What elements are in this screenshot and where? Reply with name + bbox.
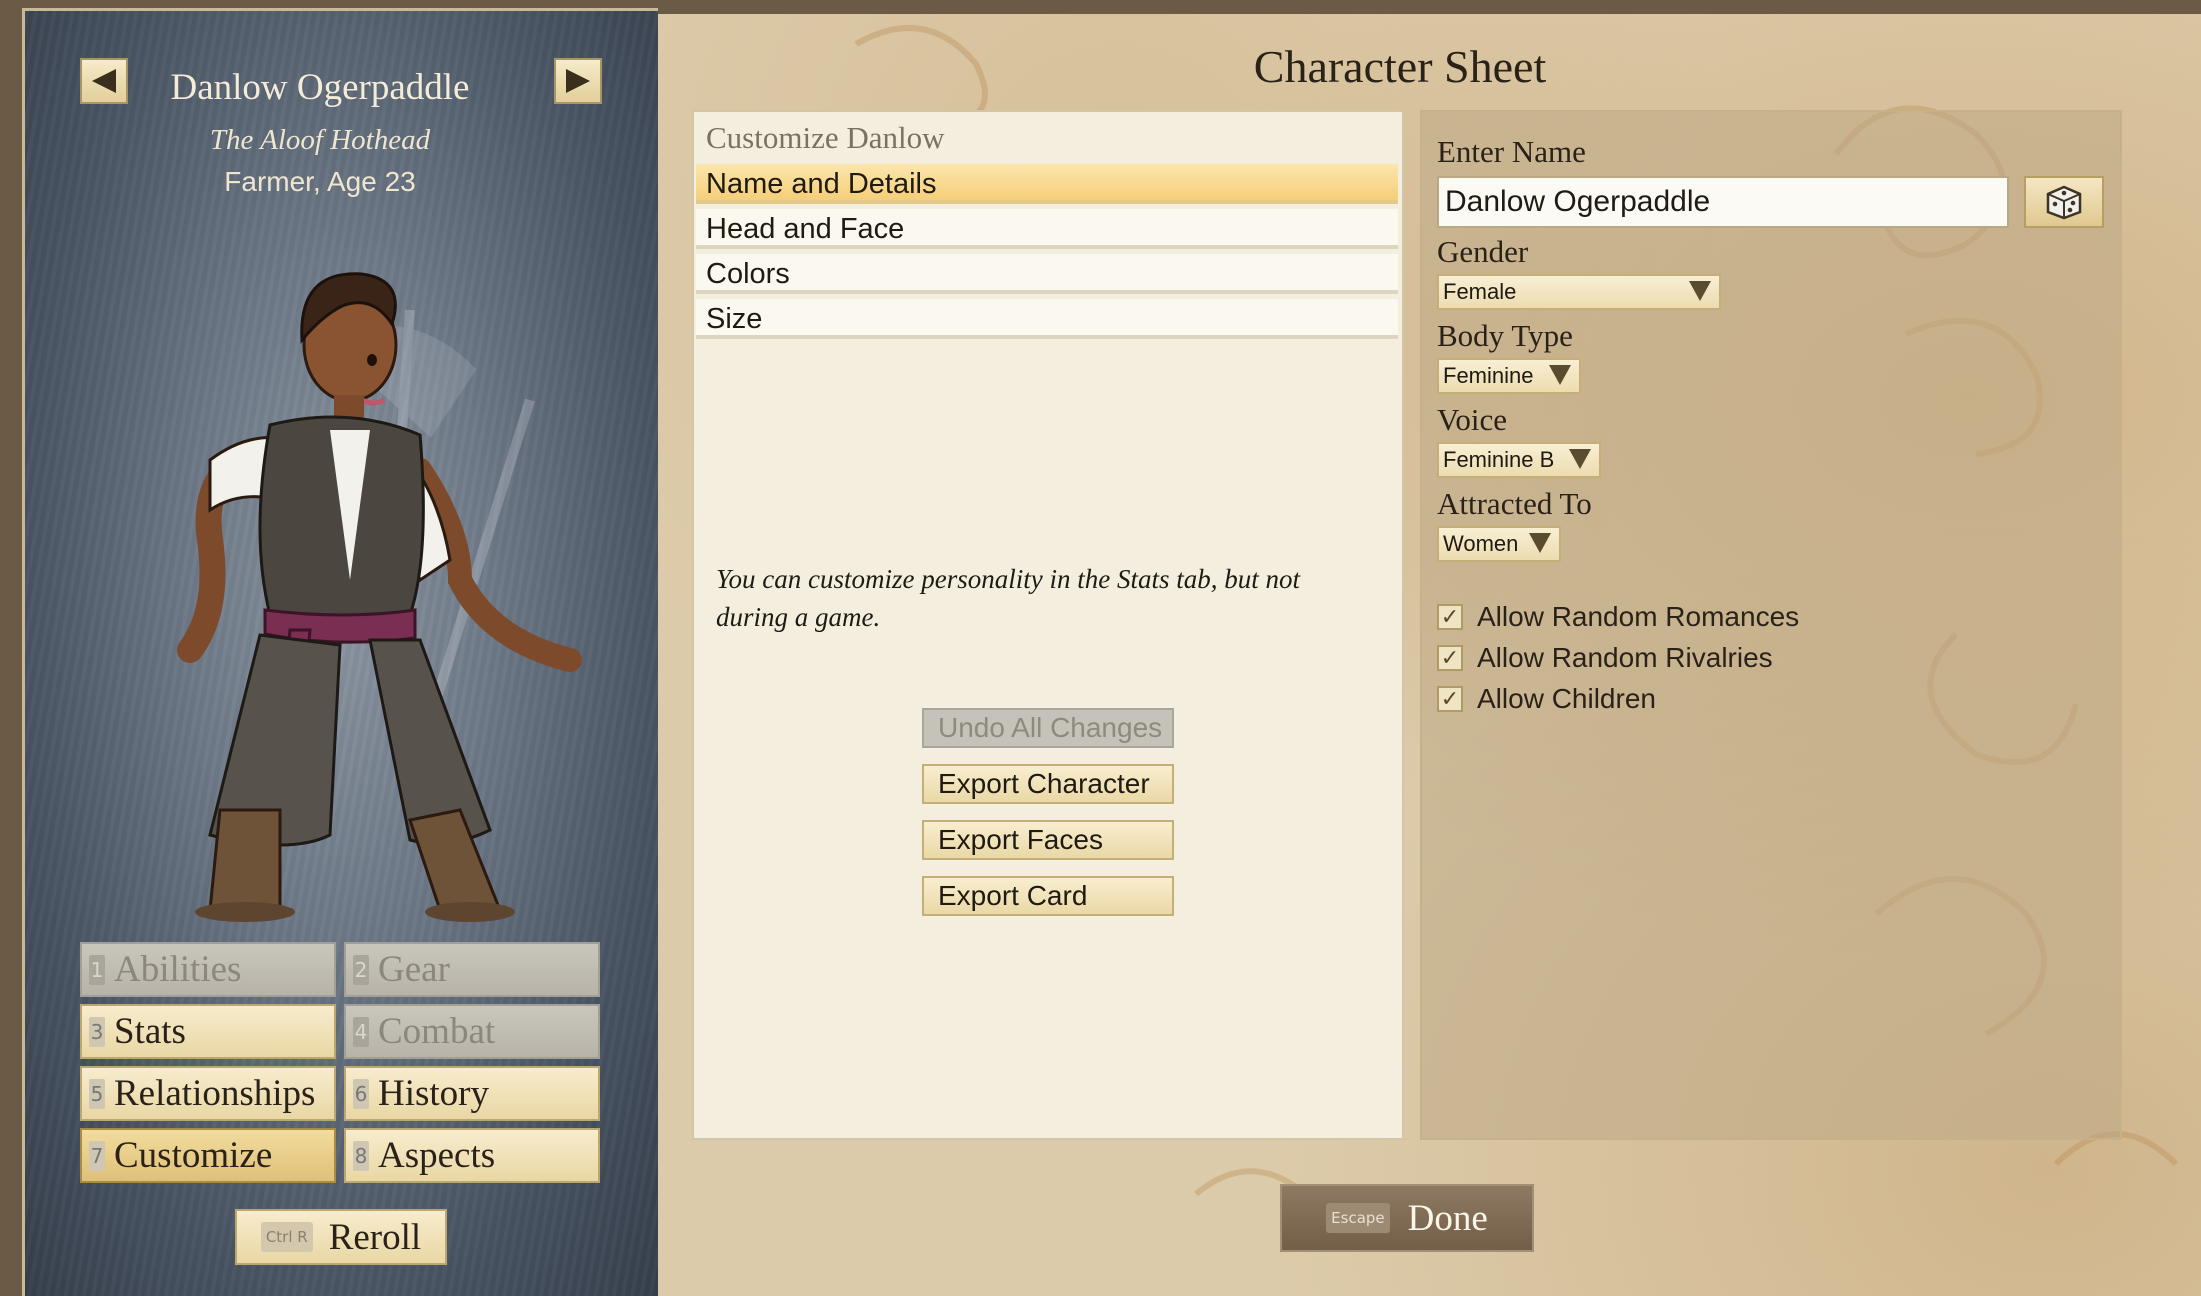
checkmark-icon: ✓ [1437, 645, 1463, 671]
tab-customize[interactable]: 7 Customize [80, 1128, 336, 1183]
tab-label: Gear [378, 949, 450, 990]
checkbox-label: Allow Random Rivalries [1477, 642, 1773, 673]
chevron-down-icon [1549, 365, 1571, 385]
character-title: The Aloof Hothead [209, 124, 431, 156]
tab-label: Combat [378, 1011, 496, 1052]
chevron-down-icon [1529, 533, 1551, 553]
enter-name-label: Enter Name [1437, 134, 1586, 169]
gender-label: Gender [1437, 234, 1529, 269]
attracted-to-label: Attracted To [1437, 486, 1592, 521]
page-title: Character Sheet [1253, 41, 1547, 92]
voice-dropdown[interactable]: Feminine B [1437, 442, 1601, 478]
export-character-button[interactable]: Export Character [922, 764, 1174, 804]
hotkey-badge: 6 [353, 1078, 369, 1109]
character-name: Danlow Ogerpaddle [170, 67, 470, 108]
character-subtitle: Farmer, Age 23 [224, 166, 416, 197]
tab-history[interactable]: 6 History [344, 1066, 600, 1121]
body-type-label: Body Type [1437, 318, 1573, 353]
attracted-to-dropdown[interactable]: Women [1437, 526, 1561, 562]
checkbox-label: Allow Children [1477, 683, 1656, 714]
customize-note: You can customize personality in the Sta… [716, 564, 1300, 632]
arrow-right-icon [566, 69, 590, 93]
reroll-label: Reroll [328, 1216, 422, 1258]
allow-random-rivalries-checkbox[interactable]: ✓ Allow Random Rivalries [1437, 641, 1773, 675]
tab-label: Stats [114, 1011, 186, 1052]
customize-header: Customize Danlow [706, 120, 945, 155]
game-screen: Character Sheet Danlow Ogerpaddle The Al… [0, 0, 2201, 1296]
tab-abilities[interactable]: 1 Abilities [80, 942, 336, 997]
customize-item-name-and-details[interactable]: Name and Details [696, 164, 1398, 204]
hotkey-badge: Escape [1326, 1203, 1390, 1233]
tab-relationships[interactable]: 5 Relationships [80, 1066, 336, 1121]
voice-label: Voice [1437, 402, 1508, 437]
hotkey-badge: 8 [353, 1140, 369, 1171]
tab-stats[interactable]: 3 Stats [80, 1004, 336, 1059]
checkmark-icon: ✓ [1437, 686, 1463, 712]
voice-value: Feminine B [1443, 447, 1555, 472]
chevron-down-icon [1689, 281, 1711, 301]
hotkey-badge: 2 [353, 954, 369, 985]
done-button[interactable]: Escape Done [1280, 1184, 1534, 1252]
character-portrait [177, 272, 582, 922]
dice-icon [2046, 185, 2082, 220]
chevron-down-icon [1569, 449, 1591, 469]
tab-label: History [378, 1073, 489, 1114]
tab-label: Abilities [114, 949, 242, 990]
customize-item-size[interactable]: Size [696, 299, 1398, 339]
customize-item-head-and-face[interactable]: Head and Face [696, 209, 1398, 249]
checkbox-label: Allow Random Romances [1477, 601, 1800, 632]
tab-gear[interactable]: 2 Gear [344, 942, 600, 997]
randomize-name-button[interactable] [2024, 176, 2104, 228]
undo-all-changes-button[interactable]: Undo All Changes [922, 708, 1174, 748]
tab-label: Customize [114, 1135, 273, 1176]
hotkey-badge: Ctrl R [260, 1222, 313, 1252]
tab-label: Aspects [378, 1135, 496, 1176]
hotkey-badge: 4 [353, 1016, 369, 1047]
hotkey-badge: 7 [89, 1140, 105, 1171]
tab-combat[interactable]: 4 Combat [344, 1004, 600, 1059]
tab-aspects[interactable]: 8 Aspects [344, 1128, 600, 1183]
body-type-value: Feminine [1443, 363, 1534, 388]
next-character-button[interactable] [554, 58, 602, 104]
hotkey-badge: 5 [89, 1078, 105, 1109]
done-label: Done [1407, 1197, 1488, 1239]
hotkey-badge: 3 [89, 1016, 105, 1047]
customize-item-colors[interactable]: Colors [696, 254, 1398, 294]
name-input[interactable] [1437, 176, 2009, 228]
hotkey-badge: 1 [89, 954, 105, 985]
body-type-dropdown[interactable]: Feminine [1437, 358, 1581, 394]
export-card-button[interactable]: Export Card [922, 876, 1174, 916]
tab-label: Relationships [114, 1073, 316, 1114]
allow-random-romances-checkbox[interactable]: ✓ Allow Random Romances [1437, 600, 1799, 634]
checkmark-icon: ✓ [1437, 604, 1463, 630]
gender-value: Female [1443, 279, 1517, 304]
export-faces-button[interactable]: Export Faces [922, 820, 1174, 860]
reroll-button[interactable]: Ctrl R Reroll [235, 1209, 447, 1265]
allow-children-checkbox[interactable]: ✓ Allow Children [1437, 682, 1656, 716]
gender-dropdown[interactable]: Female [1437, 274, 1721, 310]
attracted-to-value: Women [1443, 531, 1519, 556]
